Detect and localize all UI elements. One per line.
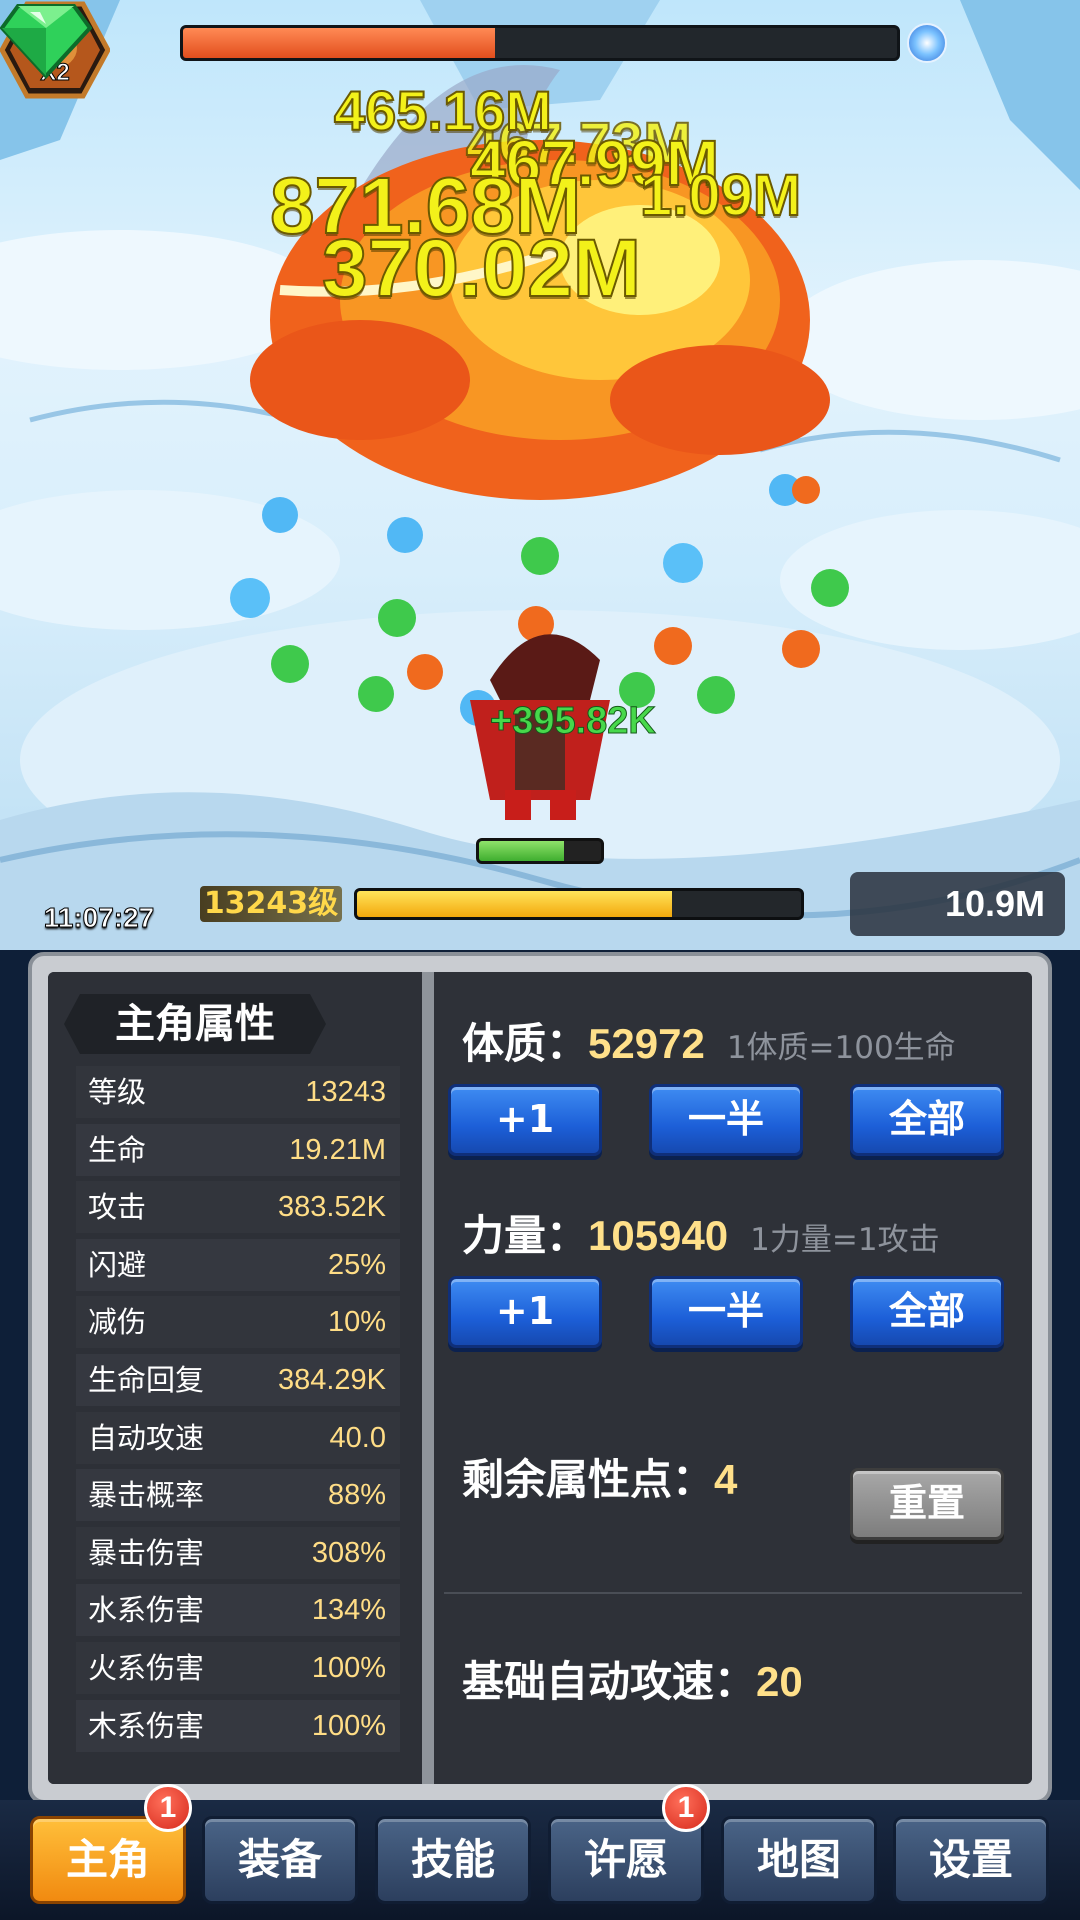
tab-settings[interactable]: 设置 xyxy=(893,1816,1049,1904)
experience-bar xyxy=(354,888,804,920)
attributes-panel: 主角属性 等级 13243 生命 19.21M 攻击 383.52K 闪避 25% 减伤 10% 生… xyxy=(28,952,1052,1804)
constitution-line: 体质：52972 1体质=100生命 xyxy=(462,1014,956,1074)
stat-value: 308% xyxy=(311,1536,386,1569)
constitution-plus-one-button[interactable]: +1 xyxy=(448,1084,602,1156)
section-divider xyxy=(444,1592,1022,1594)
stat-name: 等级 xyxy=(88,1075,147,1109)
strength-label: 力量： xyxy=(462,1211,589,1260)
stat-row: 生命 19.21M xyxy=(76,1123,400,1176)
hero-health-fill xyxy=(479,841,565,861)
remaining-points-value: 4 xyxy=(714,1456,738,1503)
stat-value: 383.52K xyxy=(277,1191,386,1224)
stat-value: 10% xyxy=(327,1306,386,1339)
notification-badge: 1 xyxy=(662,1784,710,1832)
bottom-tab-bar: 主角 1 装备 技能 许愿 1 地图 设置 xyxy=(0,1784,1080,1920)
strength-hint: 1力量=1攻击 xyxy=(750,1222,940,1258)
tab-equipment[interactable]: 装备 xyxy=(202,1816,358,1904)
stat-row: 等级 13243 xyxy=(76,1066,400,1118)
stat-value: 13243 xyxy=(305,1076,386,1108)
stat-row: 暴击概率 88% xyxy=(76,1469,400,1522)
stat-value: 134% xyxy=(311,1594,386,1627)
ice-element-icon xyxy=(907,23,947,63)
constitution-all-button[interactable]: 全部 xyxy=(850,1084,1004,1156)
stat-name: 自动攻速 xyxy=(88,1420,205,1455)
base-attack-speed-label: 基础自动攻速： xyxy=(462,1657,757,1706)
stats-column: 主角属性 等级 13243 生命 19.21M 攻击 383.52K 闪避 25% 减伤 10% 生… xyxy=(48,972,422,1784)
stat-row: 自动攻速 40.0 xyxy=(76,1411,400,1464)
stat-row: 闪避 25% xyxy=(76,1238,400,1291)
boss-health-fill xyxy=(183,28,496,58)
battle-scene: 467.73M 465.16M 467.99M 1.09M 871.68M 37… xyxy=(0,0,1080,950)
hero-health-bar xyxy=(476,838,604,864)
stat-value: 100% xyxy=(311,1709,386,1742)
damage-number: 370.02M xyxy=(321,222,642,315)
column-divider xyxy=(422,972,434,1784)
stat-value: 40.0 xyxy=(329,1421,386,1454)
remaining-points-label: 剩余属性点： xyxy=(462,1455,715,1504)
gem-count: 10.9M xyxy=(944,883,1046,924)
stat-value: 88% xyxy=(327,1479,386,1512)
base-attack-speed-value: 20 xyxy=(756,1658,803,1705)
base-attack-speed-line: 基础自动攻速：20 xyxy=(462,1652,803,1712)
constitution-hint: 1体质=100生命 xyxy=(726,1030,956,1066)
stat-row: 攻击 383.52K xyxy=(76,1181,400,1234)
stat-row: 水系伤害 134% xyxy=(76,1584,400,1637)
diamond-icon xyxy=(0,4,92,79)
damage-number: 1.09M xyxy=(639,162,802,229)
stat-name: 火系伤害 xyxy=(88,1651,205,1685)
attributes-panel-body: 主角属性 等级 13243 生命 19.21M 攻击 383.52K 闪避 25% 减伤 10% 生… xyxy=(48,972,1032,1784)
stat-row: 火系伤害 100% xyxy=(76,1642,400,1694)
boss-health-bar xyxy=(180,25,900,61)
notification-badge: 1 xyxy=(144,1784,192,1832)
strength-half-button[interactable]: 一半 xyxy=(649,1276,803,1348)
panel-title: 主角属性 xyxy=(64,994,326,1054)
strength-value: 105940 xyxy=(588,1212,729,1259)
heal-number: +395.82K xyxy=(490,700,657,743)
reset-button[interactable]: 重置 xyxy=(850,1468,1004,1540)
constitution-label: 体质： xyxy=(462,1019,589,1068)
stat-name: 暴击伤害 xyxy=(88,1535,205,1570)
stat-value: 25% xyxy=(327,1248,386,1281)
stat-row: 减伤 10% xyxy=(76,1296,400,1349)
constitution-value: 52972 xyxy=(588,1020,705,1067)
stat-name: 暴击概率 xyxy=(88,1478,205,1513)
constitution-half-button[interactable]: 一半 xyxy=(649,1084,803,1156)
player-level: 13243级 xyxy=(200,886,342,922)
stat-name: 水系伤害 xyxy=(88,1593,205,1628)
stat-row: 生命回复 384.29K xyxy=(76,1354,400,1406)
remaining-points-line: 剩余属性点：4 xyxy=(462,1450,737,1510)
stat-row: 木系伤害 100% xyxy=(76,1699,400,1752)
tab-skills[interactable]: 技能 xyxy=(375,1816,531,1904)
stat-name: 木系伤害 xyxy=(88,1708,205,1743)
strength-all-button[interactable]: 全部 xyxy=(850,1276,1004,1348)
stat-name: 攻击 xyxy=(88,1190,147,1225)
experience-fill xyxy=(357,891,673,917)
stat-name: 闪避 xyxy=(88,1247,147,1282)
allocation-column: 体质：52972 1体质=100生命 +1 一半 全部 力量：105940 1力量=… xyxy=(434,972,1032,1784)
strength-plus-one-button[interactable]: +1 xyxy=(448,1276,602,1348)
tab-map[interactable]: 地图 xyxy=(721,1816,877,1904)
buff-timer: 11:07:27 xyxy=(43,902,155,934)
strength-line: 力量：105940 1力量=1攻击 xyxy=(462,1206,940,1266)
stat-value: 19.21M xyxy=(289,1133,386,1166)
stat-name: 生命回复 xyxy=(88,1363,205,1397)
stat-name: 减伤 xyxy=(88,1305,147,1340)
stat-value: 100% xyxy=(311,1652,386,1684)
stat-value: 384.29K xyxy=(277,1364,386,1396)
stat-row: 暴击伤害 308% xyxy=(76,1526,400,1579)
stat-name: 生命 xyxy=(88,1132,147,1167)
